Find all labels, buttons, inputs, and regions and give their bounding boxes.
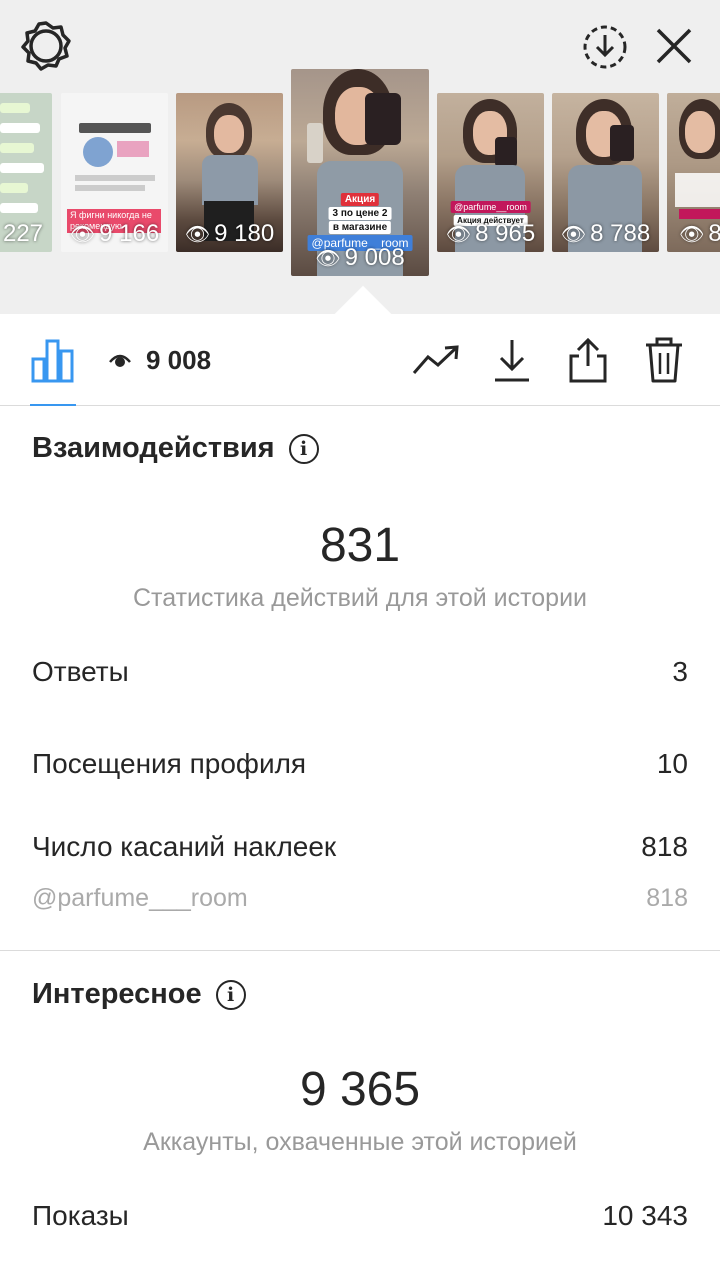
eye-icon: [109, 354, 131, 367]
story-view-count: 👁 8: [679, 220, 720, 247]
trending-icon: [412, 345, 459, 374]
download-circle-icon: [583, 25, 627, 69]
story-thumbnail[interactable]: 👁 9 180: [176, 93, 283, 252]
discovery-total: 9 365: [299, 1063, 421, 1116]
promote-button[interactable]: [410, 334, 462, 386]
story-strip: 227 Я фигни никогда не рекомендую 👁 9 166…: [0, 0, 720, 343]
story-thumbnail-selected[interactable]: Акция 3 по цене 2 в магазине @parfume__r…: [291, 69, 429, 276]
stat-label: @parfume___room: [32, 884, 248, 912]
story-thumbnail[interactable]: Я фигни никогда не рекомендую 👁 9 166: [61, 93, 168, 252]
view-count-label: 9 008: [146, 344, 212, 375]
viewers-count[interactable]: 9 008: [108, 342, 211, 378]
info-icon[interactable]: i: [288, 433, 319, 464]
section-title-text: Взаимодействия: [32, 432, 275, 464]
story-view-count: 👁 9 008: [315, 244, 405, 271]
story-toolbar: 9 008: [0, 314, 720, 406]
mention-sticker: @parfume__room: [450, 201, 531, 213]
stat-value: 818: [646, 884, 688, 912]
stat-subrow-mention: @parfume___room 818: [32, 884, 688, 913]
stat-row-profile-visits: Посещения профиля 10: [32, 748, 688, 780]
active-tab-indicator: [30, 404, 76, 406]
story-thumbnail[interactable]: 👁 8: [667, 93, 720, 252]
share-icon: [569, 337, 607, 383]
download-button[interactable]: [486, 334, 538, 386]
discovery-caption: Аккаунты, охваченные этой историей: [143, 1128, 577, 1156]
stat-value: 10: [656, 748, 688, 779]
story-sticker: 3 по цене 2: [328, 207, 392, 220]
delete-button[interactable]: [638, 334, 690, 386]
interactions-section-title: Взаимодействия i: [32, 432, 319, 465]
interactions-caption: Статистика действий для этой истории: [132, 584, 588, 612]
info-icon[interactable]: i: [215, 979, 246, 1010]
story-sticker: в магазине: [328, 221, 392, 234]
stat-label: Ответы: [32, 656, 129, 687]
story-view-count: 👁 8 788: [560, 220, 651, 247]
stat-value: 818: [641, 831, 688, 862]
story-view-count: 👁 8 965: [445, 220, 536, 247]
download-icon: [495, 340, 529, 382]
close-button[interactable]: [650, 20, 698, 72]
stat-label: Число касаний наклеек: [32, 831, 337, 862]
section-title-text: Интересное: [32, 978, 202, 1010]
insights-tab[interactable]: [27, 334, 79, 386]
stat-row-replies: Ответы 3: [32, 656, 688, 688]
story-view-count: 👁 9 180: [184, 220, 275, 247]
interactions-total: 831: [319, 519, 401, 572]
section-divider: [0, 950, 720, 951]
stat-value: 10 343: [602, 1200, 688, 1231]
share-button[interactable]: [562, 334, 614, 386]
story-thumbnail[interactable]: 227: [0, 93, 52, 252]
discovery-section-title: Интересное i: [32, 978, 246, 1011]
story-view-count: 227: [2, 220, 44, 247]
bar-chart-icon: [31, 339, 74, 383]
story-view-count: 👁 9 166: [69, 220, 160, 247]
story-thumbnail[interactable]: 👁 8 788: [552, 93, 659, 252]
trash-icon: [646, 337, 682, 383]
stat-label: Посещения профиля: [32, 748, 307, 779]
story-thumbnail[interactable]: @parfume__room Акция действует 👁 8 965: [437, 93, 544, 252]
stat-row-sticker-taps: Число касаний наклеек 818: [32, 831, 688, 863]
settings-gear-icon: [21, 21, 71, 71]
stat-value: 3: [672, 656, 688, 687]
story-sticker: Акция: [340, 193, 380, 206]
settings-button[interactable]: [18, 18, 74, 74]
stat-row-impressions: Показы 10 343: [32, 1200, 688, 1232]
stat-label: Показы: [32, 1200, 129, 1231]
close-icon: [656, 28, 692, 64]
save-story-button[interactable]: [578, 20, 632, 74]
